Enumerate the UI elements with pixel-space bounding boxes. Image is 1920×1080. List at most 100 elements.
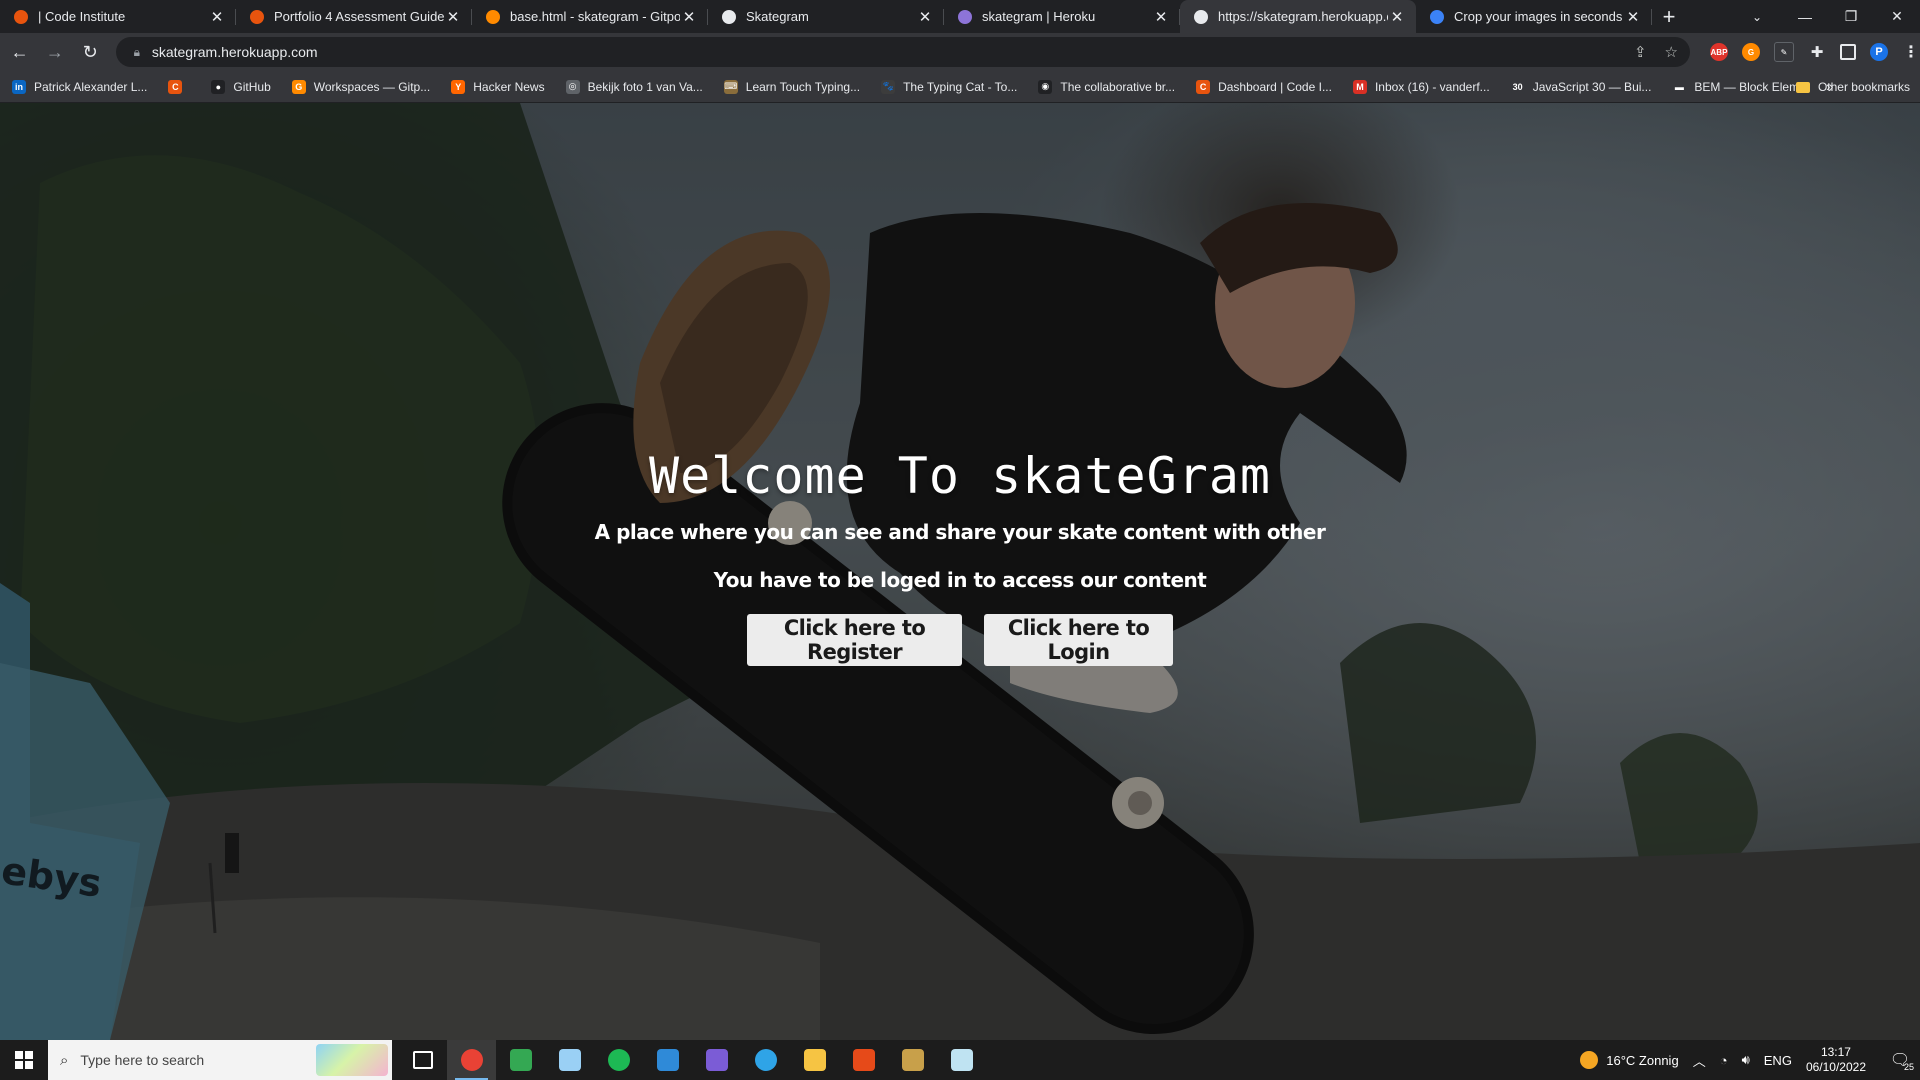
browser-tab[interactable]: Skategram ✕ [708, 0, 944, 33]
taskbar-search-placeholder[interactable]: Type here to search [80, 1052, 204, 1068]
tab-title[interactable]: | Code Institute [38, 9, 208, 24]
bookmark-item[interactable]: Y Hacker News [439, 79, 553, 94]
bookmark-item[interactable]: M Inbox (16) - vanderf... [1341, 79, 1499, 94]
bookmark-label[interactable]: Dashboard | Code I... [1218, 80, 1332, 94]
weather-text[interactable]: 16°C Zonnig [1606, 1053, 1678, 1068]
bookmark-item[interactable]: in Patrick Alexander L... [0, 79, 156, 94]
notification-center-button[interactable]: 🗨︎ 25 [1880, 1040, 1920, 1080]
bookmark-label[interactable]: BEM — Block Elem... [1694, 80, 1809, 94]
adblock-icon[interactable]: ABP [1709, 43, 1728, 61]
browser-tab[interactable]: | Code Institute ✕ [0, 0, 236, 33]
lock-icon[interactable]: 🔒︎ [122, 45, 152, 60]
tab-close-icon[interactable]: ✕ [1152, 8, 1170, 26]
paint-icon-glyph [950, 1049, 973, 1071]
tab-close-icon[interactable]: ✕ [916, 8, 934, 26]
new-tab-button[interactable]: + [1652, 0, 1686, 33]
taskbar-search[interactable]: ⌕ Type here to search [48, 1040, 392, 1080]
tab-title[interactable]: Crop your images in seconds fo [1454, 9, 1624, 24]
tab-search-chevron-icon[interactable]: ⌄ [1734, 0, 1780, 33]
bookmark-label[interactable]: The collaborative br... [1060, 80, 1175, 94]
browser-tab[interactable]: Crop your images in seconds fo ✕ [1416, 0, 1652, 33]
bookmark-item[interactable]: ● GitHub [199, 79, 279, 94]
bookmark-item[interactable]: ◎ Bekijk foto 1 van Va... [554, 79, 712, 94]
clock[interactable]: 13:17 06/10/2022 [1806, 1045, 1866, 1075]
forward-button[interactable]: → [39, 36, 70, 68]
tab-title[interactable]: base.html - skategram - Gitpod [510, 9, 680, 24]
tab-title[interactable]: Portfolio 4 Assessment Guide | P [274, 9, 444, 24]
language-indicator[interactable]: ENG [1764, 1053, 1792, 1068]
bookmark-label[interactable]: Inbox (16) - vanderf... [1375, 80, 1490, 94]
task-view-icon[interactable] [398, 1040, 447, 1080]
bookmark-item[interactable]: ⌨ Learn Touch Typing... [712, 79, 869, 94]
weather-sun-icon[interactable] [1580, 1051, 1599, 1069]
network-icon[interactable]: ◔ [1720, 1053, 1728, 1068]
tab-close-icon[interactable]: ✕ [444, 8, 462, 26]
bookmark-label[interactable]: The Typing Cat - To... [903, 80, 1017, 94]
folder-icon [1795, 81, 1810, 93]
back-button[interactable]: ← [4, 36, 35, 68]
tab-close-icon[interactable]: ✕ [1388, 8, 1406, 26]
url-text[interactable]: skategram.herokuapp.com [152, 44, 318, 60]
bookmark-label[interactable]: Workspaces — Gitp... [314, 80, 430, 94]
bookmark-item[interactable]: C [156, 79, 199, 94]
bookmark-item[interactable]: 30 JavaScript 30 — Bui... [1499, 79, 1661, 94]
vscode-icon[interactable] [643, 1040, 692, 1080]
minimize-button[interactable]: — [1782, 0, 1828, 33]
menu-dots-icon[interactable]: ⋮ [1902, 43, 1920, 61]
bookmark-item[interactable]: ◉ The collaborative br... [1026, 79, 1184, 94]
bookmark-item[interactable]: C Dashboard | Code I... [1184, 79, 1341, 94]
chrome-icon[interactable] [447, 1040, 496, 1080]
league-icon[interactable] [888, 1040, 937, 1080]
start-button[interactable] [0, 1040, 48, 1080]
extensions-puzzle-icon[interactable]: ✚ [1808, 43, 1826, 61]
bookmark-item[interactable]: G Workspaces — Gitp... [280, 79, 439, 94]
close-window-button[interactable]: ✕ [1874, 0, 1920, 33]
share-icon[interactable]: ⇪ [1634, 43, 1647, 61]
tab-title[interactable]: skategram | Heroku [982, 9, 1152, 24]
browser-tab[interactable]: skategram | Heroku ✕ [944, 0, 1180, 33]
tab-close-icon[interactable]: ✕ [208, 8, 226, 26]
address-bar[interactable]: 🔒︎ skategram.herokuapp.com ⇪ ☆ [115, 37, 1690, 67]
tab-close-icon[interactable]: ✕ [1624, 8, 1642, 26]
notification-count: 25 [1903, 1062, 1914, 1072]
code-institute-icon [14, 9, 28, 24]
spotify-icon[interactable] [594, 1040, 643, 1080]
register-button[interactable]: Click here to Register [747, 613, 962, 666]
bookmark-item[interactable]: ▬ BEM — Block Elem... [1660, 79, 1818, 94]
gitpod-extension-icon[interactable]: G [1741, 43, 1760, 61]
bookmark-label[interactable]: Learn Touch Typing... [746, 80, 860, 94]
bookmark-label[interactable]: JavaScript 30 — Bui... [1533, 80, 1652, 94]
bookmark-label[interactable]: Patrick Alexander L... [34, 80, 147, 94]
spotify-icon-glyph [607, 1049, 630, 1071]
other-bookmarks-label[interactable]: Other bookmarks [1818, 80, 1910, 94]
bookmark-star-icon[interactable]: ☆ [1665, 43, 1678, 61]
app-diamond-icon[interactable] [692, 1040, 741, 1080]
bookmark-label[interactable]: GitHub [233, 80, 270, 94]
bookmark-label[interactable]: Bekijk foto 1 van Va... [588, 80, 703, 94]
edge-icon[interactable] [741, 1040, 790, 1080]
other-bookmarks[interactable]: Other bookmarks [1795, 71, 1910, 103]
bookmark-label[interactable]: Hacker News [473, 80, 544, 94]
bookmark-item[interactable]: 🐾 The Typing Cat - To... [869, 79, 1026, 94]
tab-close-icon[interactable]: ✕ [680, 8, 698, 26]
volume-icon[interactable]: 🔊︎ [1742, 1052, 1750, 1068]
tab-title[interactable]: Skategram [746, 9, 916, 24]
reload-button[interactable]: ↻ [75, 36, 106, 68]
profile-avatar[interactable]: P [1869, 43, 1888, 61]
restore-button[interactable]: ❐ [1828, 0, 1874, 33]
tab-title[interactable]: https://skategram.herokuapp.co [1218, 9, 1388, 24]
git-kraken-icon[interactable] [496, 1040, 545, 1080]
tray-overflow-icon[interactable]: ︿ [1693, 1051, 1706, 1070]
browser-tab[interactable]: Portfolio 4 Assessment Guide | P✕ [236, 0, 472, 33]
browser-toolbar: ← → ↻ 🔒︎ skategram.herokuapp.com ⇪ ☆ ABP… [0, 33, 1920, 71]
login-button[interactable]: Click here to Login [984, 613, 1173, 666]
browser-tab[interactable]: https://skategram.herokuapp.co ✕ [1180, 0, 1416, 33]
page-viewport: ebys Welcome To skateGram A place where … [0, 103, 1920, 1040]
file-explorer-icon[interactable] [790, 1040, 839, 1080]
side-panel-icon[interactable] [1839, 44, 1856, 60]
office-icon[interactable] [839, 1040, 888, 1080]
paint-icon[interactable] [937, 1040, 986, 1080]
notepad-icon[interactable] [545, 1040, 594, 1080]
browser-tab[interactable]: base.html - skategram - Gitpod ✕ [472, 0, 708, 33]
color-picker-icon[interactable]: ✎ [1773, 42, 1794, 62]
